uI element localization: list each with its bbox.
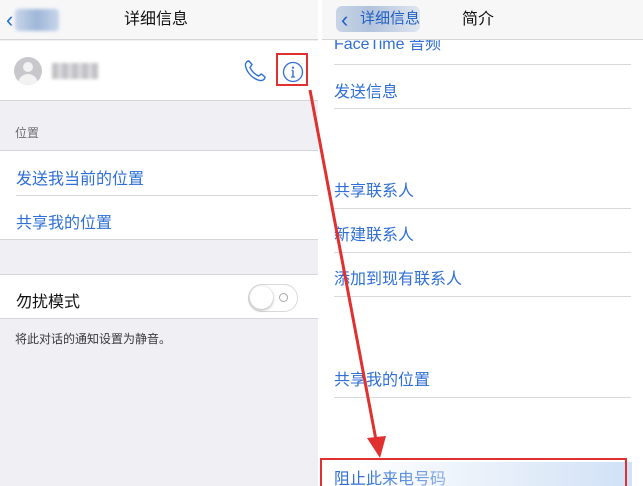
row-divider xyxy=(16,195,318,196)
annotation-highlight-block xyxy=(320,458,627,486)
back-label-blurred xyxy=(15,8,60,31)
page-title-details: 详细信息 xyxy=(124,11,189,28)
right-nav-bar: ‹ 详细信息 简介 xyxy=(322,0,643,40)
contact-name-blurred xyxy=(52,63,98,79)
contact-avatar-icon xyxy=(14,57,42,85)
right-back-label: 详细信息 xyxy=(360,10,421,27)
toggle-knob xyxy=(250,286,273,309)
left-back-button[interactable]: ‹ xyxy=(6,6,60,33)
left-screen-details: ‹ 详细信息 位置 发送我当前的位置 共享我的位置 勿扰模式 将此对话的通知设置… xyxy=(0,0,318,486)
row-divider xyxy=(334,397,631,398)
contact-row[interactable] xyxy=(0,41,318,101)
left-nav-bar: ‹ 详细信息 xyxy=(0,0,318,40)
location-section-header: 位置 xyxy=(15,126,40,140)
location-group: 发送我当前的位置 共享我的位置 xyxy=(0,150,318,240)
right-screen-profile: FaceTime 音频 发送信息 共享联系人 新建联系人 添加到现有联系人 共享… xyxy=(322,0,643,486)
add-to-existing-contact-item[interactable]: 添加到现有联系人 xyxy=(334,265,462,289)
annotation-highlight-info xyxy=(276,53,308,86)
row-divider xyxy=(334,108,631,109)
row-divider xyxy=(334,296,631,297)
chevron-left-icon: ‹ xyxy=(6,7,14,32)
share-contact-item[interactable]: 共享联系人 xyxy=(334,177,414,201)
row-divider xyxy=(334,64,631,65)
do-not-disturb-toggle[interactable] xyxy=(248,284,298,312)
do-not-disturb-label: 勿扰模式 xyxy=(16,294,81,311)
row-divider xyxy=(334,252,631,253)
phone-icon[interactable] xyxy=(242,58,268,84)
dnd-footnote: 将此对话的通知设置为静音。 xyxy=(15,332,172,346)
page-title-profile: 简介 xyxy=(462,11,495,28)
share-my-location-item[interactable]: 共享我的位置 xyxy=(334,366,430,390)
share-my-location[interactable]: 共享我的位置 xyxy=(16,209,112,233)
right-back-button[interactable]: ‹ 详细信息 xyxy=(336,6,420,32)
toggle-off-indicator-icon xyxy=(279,293,288,302)
send-current-location[interactable]: 发送我当前的位置 xyxy=(16,165,144,189)
row-divider xyxy=(334,208,631,209)
send-message-item[interactable]: 发送信息 xyxy=(334,78,398,102)
new-contact-item[interactable]: 新建联系人 xyxy=(334,221,414,245)
chevron-left-icon: ‹ xyxy=(341,7,349,32)
